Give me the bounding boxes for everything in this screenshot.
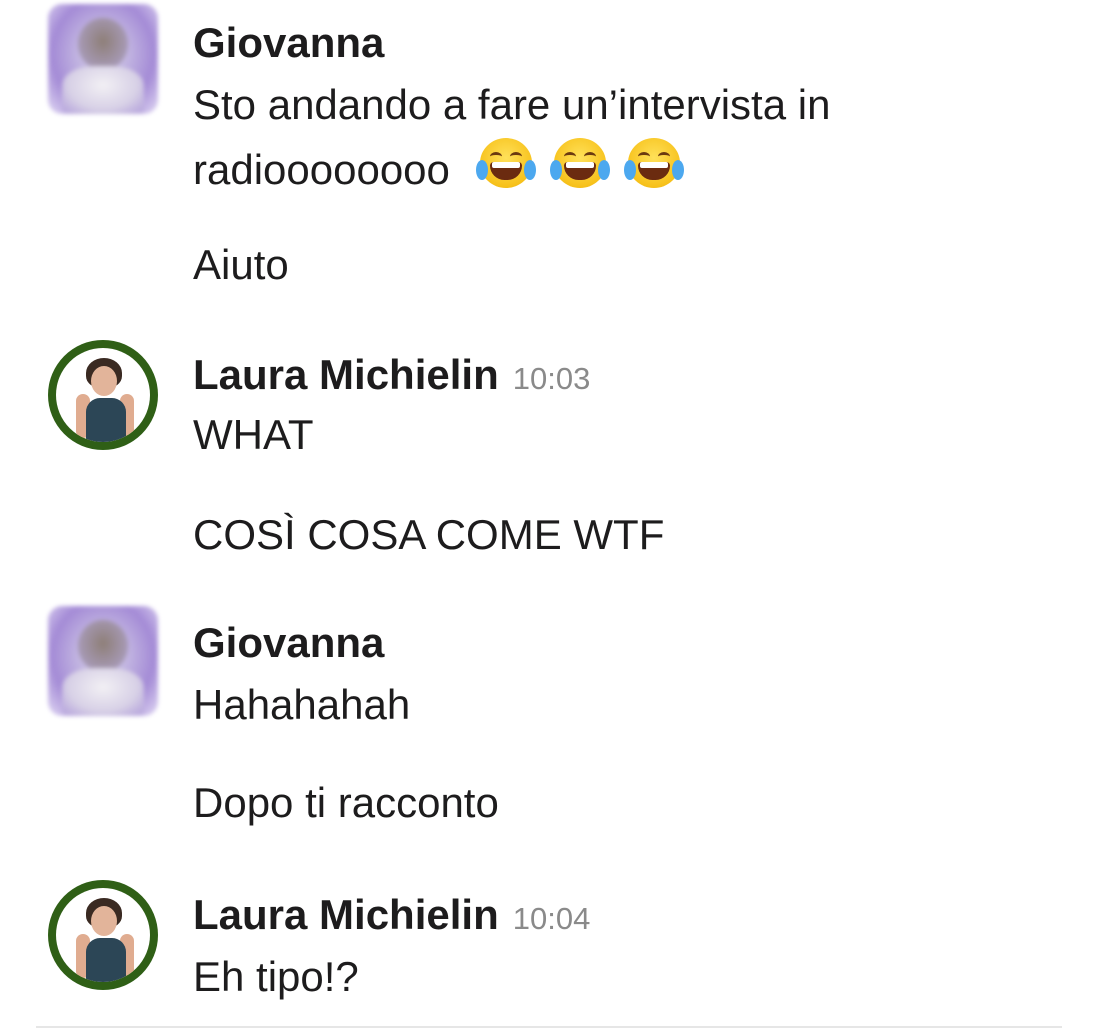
face-with-tears-of-joy-emoji [623, 136, 684, 192]
author-name-text: Laura Michielin [193, 351, 499, 398]
author-name[interactable]: Laura Michielin 10:04 [193, 890, 590, 944]
timestamp[interactable]: 10:04 [513, 901, 591, 936]
author-name-text: Giovanna [193, 19, 385, 66]
avatar-giovanna[interactable] [48, 606, 158, 716]
avatar-giovanna[interactable] [48, 4, 158, 114]
message-text: COSÌ COSA COME WTF [193, 504, 664, 566]
avatar-laura[interactable] [48, 340, 158, 450]
timestamp[interactable]: 10:03 [513, 361, 591, 396]
message-line: Eh tipo!? [193, 953, 359, 1000]
avatar-face [78, 18, 128, 70]
message-text: WHAT [193, 404, 314, 466]
author-name-text: Laura Michielin [193, 891, 499, 938]
message-text: Eh tipo!? [193, 946, 359, 1008]
message-text: Hahahahah [193, 674, 410, 736]
message-text: Sto andando a fare un’intervista in [193, 74, 830, 136]
message-line: COSÌ COSA COME WTF [193, 511, 665, 558]
message-line: Aiuto [193, 241, 289, 288]
avatar-body [62, 668, 144, 716]
message-text: Aiuto [193, 234, 289, 296]
message-line: Dopo ti racconto [193, 779, 499, 826]
author-name-text: Giovanna [193, 619, 385, 666]
divider [36, 1026, 1062, 1028]
avatar-body [62, 66, 144, 114]
avatar-laura[interactable] [48, 880, 158, 990]
author-name[interactable]: Laura Michielin 10:03 [193, 350, 590, 404]
avatar-photo [56, 888, 150, 982]
avatar-face [78, 620, 128, 672]
message-line: WHAT [193, 411, 314, 458]
face-with-tears-of-joy-emoji [549, 136, 610, 192]
message-line: Sto andando a fare un’intervista in [193, 81, 831, 128]
author-name[interactable]: Giovanna [193, 18, 384, 68]
avatar-photo [56, 348, 150, 442]
author-name[interactable]: Giovanna [193, 618, 384, 668]
face-with-tears-of-joy-emoji [475, 136, 536, 192]
message-line: radioooooooo [193, 146, 450, 193]
message-text: Dopo ti racconto [193, 772, 499, 834]
message-line: Hahahahah [193, 681, 411, 728]
message-text: radioooooooo [193, 136, 698, 201]
